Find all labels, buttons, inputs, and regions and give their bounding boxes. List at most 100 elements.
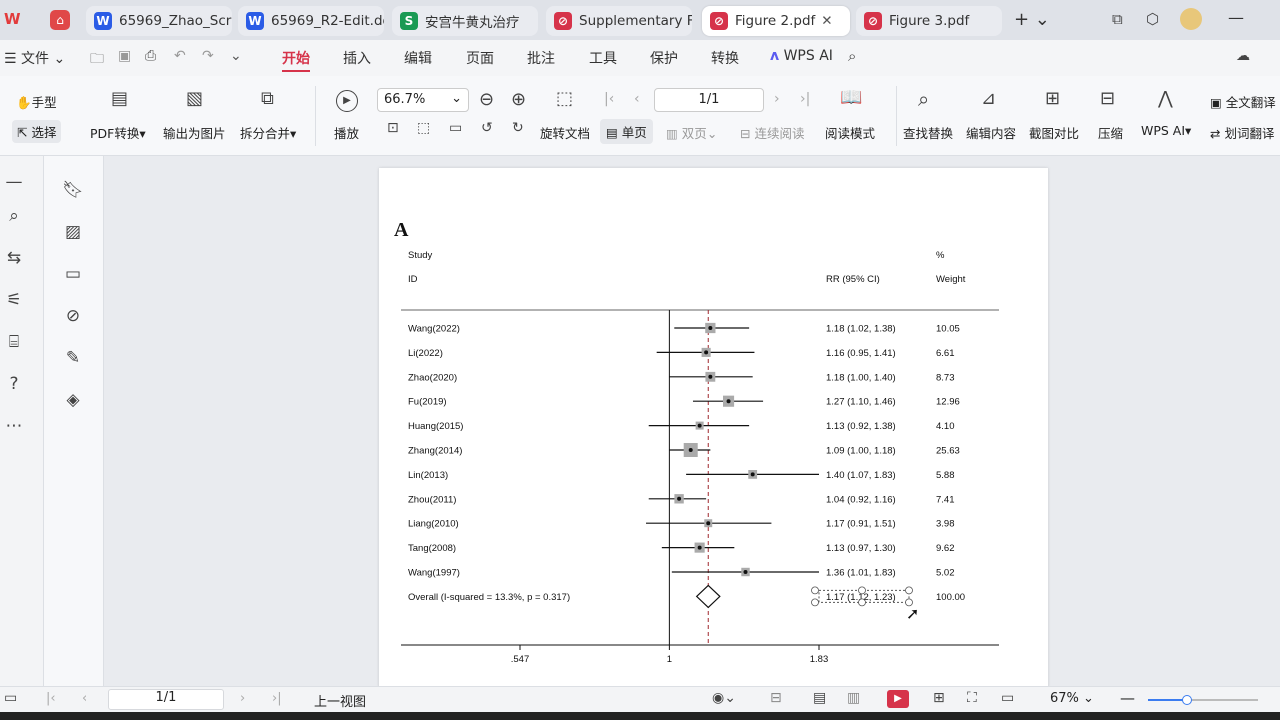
wps-logo[interactable]: W <box>4 10 21 28</box>
double-page-view-icon[interactable]: ▥ <box>847 690 860 706</box>
tab-4[interactable]: ⊘ Supplementary Fi <box>546 6 692 36</box>
zoom-level[interactable]: 67% ⌄ <box>1050 691 1094 706</box>
wps-ai-icon: ⋀ <box>1158 88 1173 109</box>
crop-view-icon[interactable]: ▭ <box>1001 690 1014 706</box>
attachment-icon[interactable]: ⊘ <box>58 306 88 326</box>
prev-page-icon[interactable]: ‹ <box>634 92 640 106</box>
status-last-page-icon[interactable]: ›| <box>272 691 282 706</box>
rotate-left-icon[interactable]: ↺ <box>481 121 493 135</box>
export-image-button[interactable]: 输出为图片 <box>163 123 226 142</box>
actual-size-icon[interactable]: ⊡ <box>387 121 399 135</box>
search-panel-icon[interactable]: ⌕ <box>0 206 29 226</box>
zoom-in-icon[interactable]: ⊕ <box>511 91 526 109</box>
split-merge-button[interactable]: 拆分合并▾ <box>240 123 296 142</box>
menu-protect[interactable]: 保护 <box>650 48 678 68</box>
first-page-icon[interactable]: |‹ <box>604 92 614 106</box>
help-icon[interactable]: ? <box>0 374 29 394</box>
menu-convert[interactable]: 转换 <box>711 48 739 68</box>
tab-6[interactable]: ⊘ Figure 3.pdf <box>856 6 1002 36</box>
cube-icon[interactable]: ⬡ <box>1146 10 1159 28</box>
continuous-read-button[interactable]: ⊟ 连续阅读 <box>740 123 804 142</box>
fit-height-icon[interactable]: ▭ <box>449 121 462 135</box>
save-icon[interactable]: ▣ <box>118 48 131 64</box>
page-number-input[interactable]: 1/1 <box>654 88 764 112</box>
study-id: Wang(1997) <box>408 568 460 579</box>
rotate-right-icon[interactable]: ↻ <box>512 121 524 135</box>
edit-content-button[interactable]: 编辑内容 <box>966 123 1016 142</box>
menu-edit[interactable]: 编辑 <box>404 48 432 68</box>
reader-icon[interactable]: ⌸ <box>0 332 29 352</box>
next-page-icon[interactable]: › <box>774 92 780 106</box>
comment-icon[interactable]: ▭ <box>58 264 88 284</box>
undo-icon[interactable]: ↶ <box>174 48 186 64</box>
read-mode-button[interactable]: 阅读模式 <box>825 123 875 142</box>
thumbnail-icon[interactable]: ▨ <box>58 222 88 242</box>
fit-page-icon[interactable]: ⬚ <box>556 90 573 108</box>
fit-width-icon[interactable]: ⬚ <box>417 121 430 135</box>
fit-view-icon[interactable]: ⊞ <box>933 690 945 706</box>
zoom-slider-handle[interactable] <box>1182 695 1192 705</box>
menu-tools[interactable]: 工具 <box>589 48 617 68</box>
find-replace-button[interactable]: 查找替换 <box>903 123 953 142</box>
status-prev-page-icon[interactable]: ‹ <box>82 691 87 706</box>
zoom-out-button[interactable]: — <box>1120 689 1135 707</box>
menu-wps-ai[interactable]: ʌ WPS AI <box>770 48 833 64</box>
eye-icon[interactable]: ◉⌄ <box>712 690 736 706</box>
search-icon[interactable]: ⌕ <box>848 47 856 65</box>
status-first-page-icon[interactable]: |‹ <box>46 691 56 706</box>
open-folder-icon[interactable]: 🗀 <box>90 48 104 72</box>
window-icon[interactable]: ⧉ <box>1112 10 1123 28</box>
cloud-icon[interactable]: ☁ <box>1236 48 1250 64</box>
layers-icon[interactable]: ◈ <box>58 390 88 410</box>
wps-ai-button[interactable]: WPS AI▾ <box>1141 123 1191 138</box>
single-page-button[interactable]: ▤ 单页 <box>600 119 653 144</box>
new-tab-button[interactable]: + ⌄ <box>1014 9 1050 30</box>
play-button[interactable]: 播放 <box>334 123 359 142</box>
minimize-button[interactable]: — <box>1228 8 1244 27</box>
file-menu[interactable]: ☰ 文件 ⌄ <box>4 48 65 68</box>
status-page-input[interactable]: 1/1 <box>108 689 224 710</box>
single-page-view-icon[interactable]: ▤ <box>813 690 826 706</box>
home-icon[interactable]: ⌂ <box>50 10 70 30</box>
print-icon[interactable]: ⎙ <box>145 48 156 64</box>
full-translate-button[interactable]: ▣ 全文翻译 <box>1210 92 1276 111</box>
double-page-button[interactable]: ▥ 双页⌄ <box>666 123 717 142</box>
tab-5[interactable]: ⊘ Figure 2.pdf ✕ <box>702 6 850 36</box>
quick-access-dropdown[interactable]: ⌄ <box>230 48 242 64</box>
compare-button[interactable]: 截图对比 <box>1029 123 1079 142</box>
menu-home[interactable]: 开始 <box>282 48 310 72</box>
redo-icon[interactable]: ↷ <box>202 48 214 64</box>
play-slides-icon[interactable]: ▶ <box>887 690 909 708</box>
select-tool[interactable]: ⇱ 选择 <box>12 120 62 143</box>
zoom-slider[interactable] <box>1148 695 1258 705</box>
collapse-icon[interactable]: — <box>0 172 29 192</box>
split-view-icon[interactable]: ⊟ <box>770 690 782 706</box>
close-tab-icon[interactable]: ✕ <box>821 13 832 29</box>
sidebar-toggle-icon[interactable]: ▭ <box>4 690 17 706</box>
menu-annotate[interactable]: 批注 <box>527 48 555 68</box>
previous-view-link[interactable]: 上一视图 <box>314 691 366 710</box>
signature-icon[interactable]: ✎ <box>58 348 88 368</box>
tab-2[interactable]: W 65969_R2-Edit.do <box>238 6 384 36</box>
selection-handle <box>811 586 819 595</box>
bookmark-icon[interactable]: 🔖︎ <box>58 180 88 200</box>
zoom-select[interactable]: 66.7% ⌄ <box>377 88 469 112</box>
word-translate-button[interactable]: ⇄ 划词翻译 <box>1210 123 1274 142</box>
study-id: Lin(2013) <box>408 470 448 481</box>
compress-button[interactable]: 压缩 <box>1098 123 1123 142</box>
menu-insert[interactable]: 插入 <box>343 48 371 68</box>
pdf-convert-button[interactable]: PDF转换▾ <box>90 123 146 142</box>
settings-sliders-icon[interactable]: ⚟ <box>0 290 29 310</box>
tab-1[interactable]: W 65969_Zhao_Scrip <box>86 6 232 36</box>
zoom-out-icon[interactable]: ⊖ <box>479 91 494 109</box>
hand-tool[interactable]: ✋手型 <box>16 92 57 111</box>
rotate-document-button[interactable]: 旋转文档 <box>540 123 590 142</box>
last-page-icon[interactable]: ›| <box>800 92 810 106</box>
tab-3[interactable]: S 安宫牛黄丸治疗 <box>392 6 538 36</box>
translate-icon[interactable]: ⇆ <box>0 248 29 268</box>
avatar[interactable] <box>1180 8 1202 30</box>
status-next-page-icon[interactable]: › <box>240 691 245 706</box>
more-icon[interactable]: ⋯ <box>0 416 29 436</box>
fullscreen-icon[interactable]: ⛶ <box>967 690 977 706</box>
menu-page[interactable]: 页面 <box>466 48 494 68</box>
